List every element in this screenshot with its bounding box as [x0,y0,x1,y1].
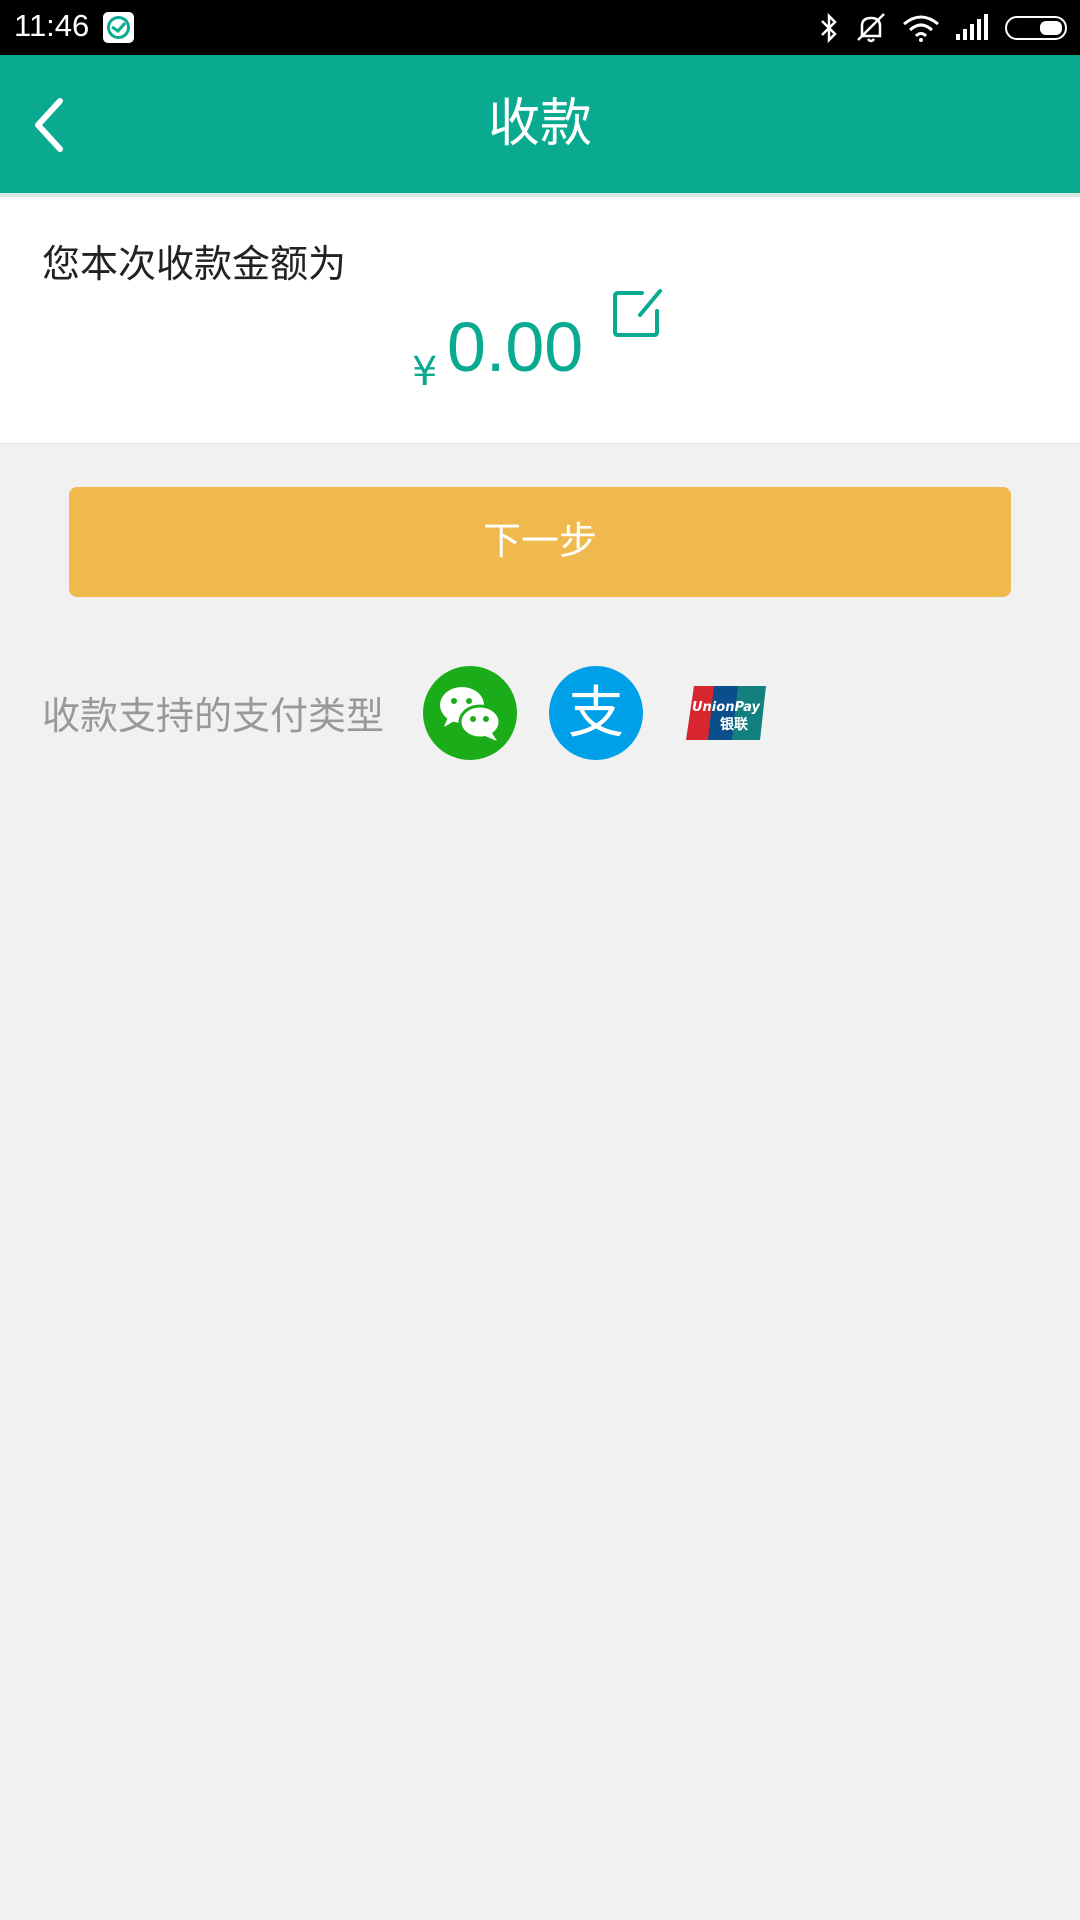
bluetooth-icon [821,13,837,43]
supported-payments-label: 收款支持的支付类型 [42,694,385,738]
signal-icon [956,14,988,40]
app-icon [103,12,134,43]
alipay-glyph: 支 [568,681,624,746]
alipay-icon: 支 [548,665,644,761]
status-bar: 11:46 [0,0,1080,55]
next-step-button[interactable]: 下一步 [69,487,1011,597]
wifi-icon [903,15,939,42]
edit-amount-button[interactable] [612,287,666,341]
wechat-pay-icon [422,665,518,761]
chevron-left-icon [35,98,63,152]
svg-text:UnionPay: UnionPay [692,700,761,715]
amount-value: 0.00 [447,308,584,386]
battery-icon [1005,16,1067,40]
currency-symbol: ¥ [412,349,438,395]
page-title: 收款 [487,94,592,154]
back-button[interactable] [28,85,108,165]
amount-card: 您本次收款金额为 ¥ 0.00 [0,197,1080,444]
status-time: 11:46 [14,8,90,43]
status-icons [818,10,1070,46]
amount-row: ¥ 0.00 [0,289,1080,407]
edit-icon [613,289,662,337]
nav-bar: 收款 [0,55,1080,193]
unionpay-icon: UnionPay 银联 [680,680,772,746]
svg-text:银联: 银联 [720,716,749,733]
mute-icon [857,13,885,43]
amount-label: 您本次收款金额为 [42,242,347,286]
